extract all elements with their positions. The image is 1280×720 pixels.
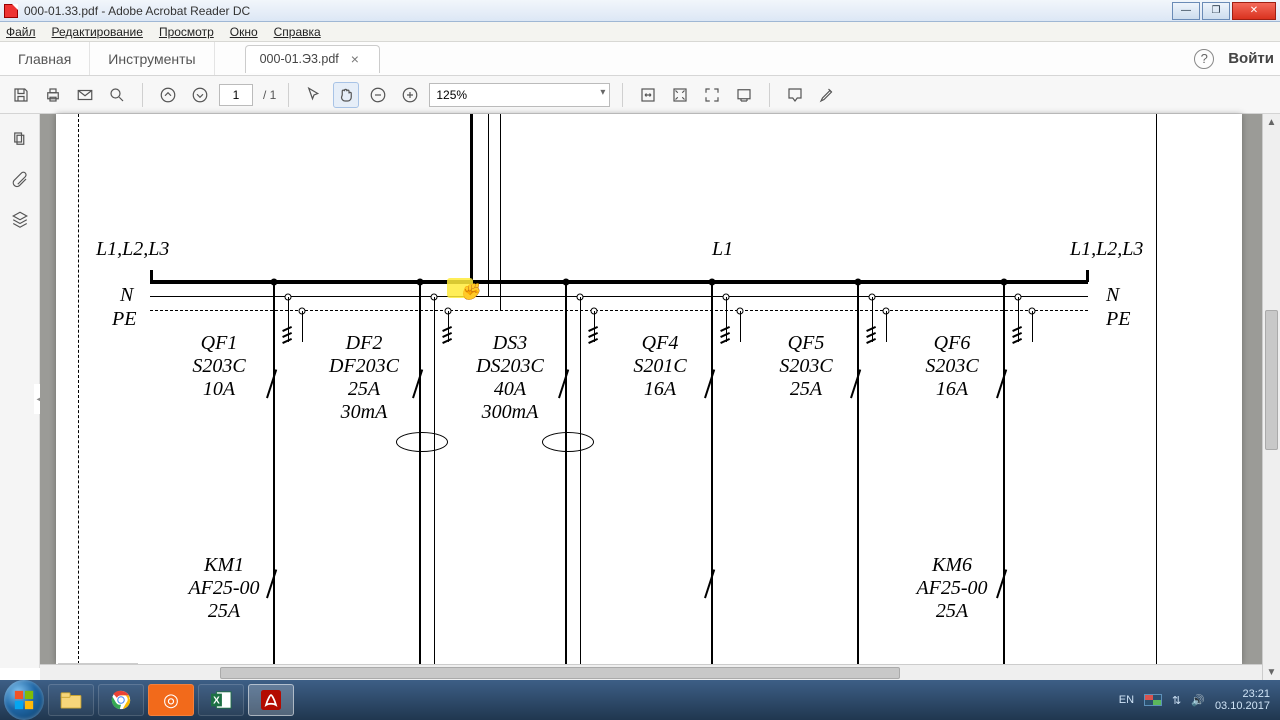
menu-file[interactable]: Файл bbox=[6, 25, 36, 39]
tab-document-label: 000-01.Э3.pdf bbox=[260, 52, 339, 66]
tab-document[interactable]: 000-01.Э3.pdf × bbox=[245, 45, 380, 73]
hand-cursor-icon: ✊ bbox=[460, 282, 480, 302]
bus-label-mid: L1 bbox=[712, 238, 733, 261]
pdf-page: L1,L2,L3 L1 L1,L2,L3 N PE N PE ✊ bbox=[56, 114, 1242, 664]
system-tray[interactable]: EN ⇅ 🔊 23:21 03.10.2017 bbox=[1119, 688, 1276, 712]
vertical-scrollbar[interactable]: ▲ ▼ bbox=[1262, 114, 1280, 680]
windows-taskbar: ◎ X EN ⇅ 🔊 23:21 03.10.2017 bbox=[0, 680, 1280, 720]
bus-label-right: L1,L2,L3 bbox=[1070, 238, 1143, 261]
tab-home[interactable]: Главная bbox=[0, 42, 90, 75]
tab-tools[interactable]: Инструменты bbox=[90, 42, 214, 75]
pe-label-left: PE bbox=[112, 308, 136, 331]
login-link[interactable]: Войти bbox=[1228, 50, 1274, 67]
n-label-left: N bbox=[120, 284, 133, 307]
taskbar-chrome[interactable] bbox=[98, 684, 144, 716]
select-tool-icon[interactable] bbox=[301, 82, 327, 108]
document-viewport[interactable]: L1,L2,L3 L1 L1,L2,L3 N PE N PE ✊ bbox=[40, 114, 1262, 680]
page-up-icon[interactable] bbox=[155, 82, 181, 108]
n-label-right: N bbox=[1106, 284, 1119, 307]
schematic-diagram: L1,L2,L3 L1 L1,L2,L3 N PE N PE ✊ bbox=[56, 114, 1242, 664]
bus-label-left: L1,L2,L3 bbox=[96, 238, 169, 261]
thumbnails-icon[interactable] bbox=[9, 128, 31, 150]
page-total-label: / 1 bbox=[263, 88, 276, 102]
save-icon[interactable] bbox=[8, 82, 34, 108]
tray-flag-icon[interactable] bbox=[1144, 694, 1162, 706]
menu-bar: Файл Редактирование Просмотр Окно Справк… bbox=[0, 22, 1280, 42]
tray-network-icon[interactable]: ⇅ bbox=[1172, 694, 1181, 707]
taskbar-excel[interactable]: X bbox=[198, 684, 244, 716]
highlight-icon[interactable] bbox=[814, 82, 840, 108]
pdf-file-icon bbox=[4, 4, 18, 18]
tab-close-icon[interactable]: × bbox=[351, 51, 359, 67]
window-title: 000-01.33.pdf - Adobe Acrobat Reader DC bbox=[24, 4, 250, 18]
layers-icon[interactable] bbox=[9, 208, 31, 230]
window-minimize-button[interactable]: — bbox=[1172, 2, 1200, 20]
taskbar-explorer[interactable] bbox=[48, 684, 94, 716]
read-mode-icon[interactable] bbox=[731, 82, 757, 108]
tray-time[interactable]: 23:21 bbox=[1215, 688, 1270, 700]
menu-window[interactable]: Окно bbox=[230, 25, 258, 39]
taskbar-acrobat[interactable] bbox=[248, 684, 294, 716]
comment-icon[interactable] bbox=[782, 82, 808, 108]
tray-lang[interactable]: EN bbox=[1119, 694, 1134, 706]
page-down-icon[interactable] bbox=[187, 82, 213, 108]
hand-tool-icon[interactable] bbox=[333, 82, 359, 108]
help-icon[interactable]: ? bbox=[1194, 49, 1214, 69]
attachments-icon[interactable] bbox=[9, 168, 31, 190]
horizontal-scrollbar[interactable] bbox=[40, 664, 1262, 680]
left-sidebar: ◂ bbox=[0, 114, 40, 668]
start-button[interactable] bbox=[4, 680, 44, 720]
window-close-button[interactable]: ✕ bbox=[1232, 2, 1276, 20]
svg-text:X: X bbox=[213, 696, 220, 707]
tray-volume-icon[interactable]: 🔊 bbox=[1191, 694, 1205, 707]
zoom-out-icon[interactable] bbox=[365, 82, 391, 108]
fit-width-icon[interactable] bbox=[635, 82, 661, 108]
menu-edit[interactable]: Редактирование bbox=[52, 25, 143, 39]
menu-help[interactable]: Справка bbox=[274, 25, 321, 39]
page-number-input[interactable] bbox=[219, 84, 253, 106]
window-titlebar: 000-01.33.pdf - Adobe Acrobat Reader DC … bbox=[0, 0, 1280, 22]
menu-view[interactable]: Просмотр bbox=[159, 25, 214, 39]
fullscreen-icon[interactable] bbox=[699, 82, 725, 108]
zoom-in-icon[interactable] bbox=[397, 82, 423, 108]
email-icon[interactable] bbox=[72, 82, 98, 108]
print-icon[interactable] bbox=[40, 82, 66, 108]
window-maximize-button[interactable]: ❐ bbox=[1202, 2, 1230, 20]
search-icon[interactable] bbox=[104, 82, 130, 108]
tray-date[interactable]: 03.10.2017 bbox=[1215, 700, 1270, 712]
acrobat-tabbar: Главная Инструменты 000-01.Э3.pdf × ? Во… bbox=[0, 42, 1280, 76]
pe-label-right: PE bbox=[1106, 308, 1130, 331]
toolbar: / 1 bbox=[0, 76, 1280, 114]
fit-page-icon[interactable] bbox=[667, 82, 693, 108]
taskbar-app-orange[interactable]: ◎ bbox=[148, 684, 194, 716]
zoom-select[interactable] bbox=[429, 83, 610, 107]
